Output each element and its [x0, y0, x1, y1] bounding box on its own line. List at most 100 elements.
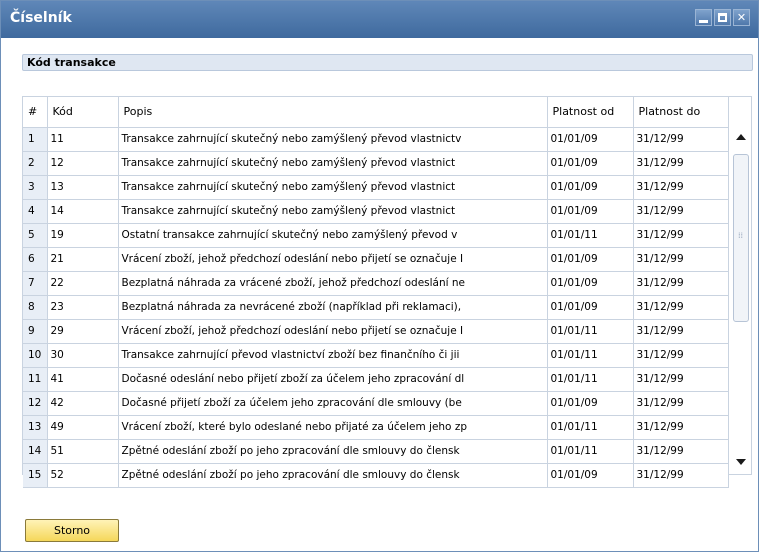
- column-header-platnost-od[interactable]: Platnost od: [547, 97, 634, 128]
- platnost-od-cell[interactable]: 01/01/09: [547, 391, 634, 416]
- column-header-kod[interactable]: Kód: [47, 97, 119, 128]
- platnost-od-cell[interactable]: 01/01/11: [547, 223, 634, 248]
- kod-cell[interactable]: 51: [47, 439, 119, 464]
- kod-cell[interactable]: 49: [47, 415, 119, 440]
- kod-cell[interactable]: 41: [47, 367, 119, 392]
- table-row[interactable]: 3 13 Transakce zahrnující skutečný nebo za…: [23, 175, 729, 200]
- popis-cell[interactable]: Vrácení zboží, které bylo odeslané nebo …: [118, 415, 548, 440]
- platnost-do-cell[interactable]: 31/12/99: [633, 199, 729, 224]
- popis-cell[interactable]: Bezplatná náhrada za vrácené zboží, jeho…: [118, 271, 548, 296]
- close-button[interactable]: ✕: [733, 9, 750, 26]
- platnost-do-cell[interactable]: 31/12/99: [633, 415, 729, 440]
- platnost-od-cell[interactable]: 01/01/11: [547, 367, 634, 392]
- row-number-cell[interactable]: 13: [23, 415, 48, 440]
- title-bar[interactable]: Číselník ✕: [1, 1, 758, 38]
- platnost-do-cell[interactable]: 31/12/99: [633, 127, 729, 152]
- platnost-do-cell[interactable]: 31/12/99: [633, 223, 729, 248]
- popis-cell[interactable]: Vrácení zboží, jehož předchozí odeslání …: [118, 319, 548, 344]
- platnost-od-cell[interactable]: 01/01/11: [547, 319, 634, 344]
- platnost-do-cell[interactable]: 31/12/99: [633, 439, 729, 464]
- popis-cell[interactable]: Bezplatná náhrada za nevrácené zboží (na…: [118, 295, 548, 320]
- table-row[interactable]: 1 11 Transakce zahrnující skutečný nebo za…: [23, 127, 729, 152]
- row-number-cell[interactable]: 7: [23, 271, 48, 296]
- platnost-do-cell[interactable]: 31/12/99: [633, 319, 729, 344]
- row-number-cell[interactable]: 14: [23, 439, 48, 464]
- kod-cell[interactable]: 19: [47, 223, 119, 248]
- platnost-do-cell[interactable]: 31/12/99: [633, 391, 729, 416]
- platnost-od-cell[interactable]: 01/01/09: [547, 127, 634, 152]
- platnost-od-cell[interactable]: 01/01/09: [547, 295, 634, 320]
- maximize-button[interactable]: [714, 9, 731, 26]
- platnost-od-cell[interactable]: 01/01/09: [547, 463, 634, 488]
- row-number-cell[interactable]: 5: [23, 223, 48, 248]
- table-row[interactable]: 11 41 Dočasné odeslání nebo přijetí zboží …: [23, 367, 729, 392]
- minimize-button[interactable]: [695, 9, 712, 26]
- row-number-cell[interactable]: 12: [23, 391, 48, 416]
- table-row[interactable]: 4 14 Transakce zahrnující skutečný nebo za…: [23, 199, 729, 224]
- table-row[interactable]: 8 23 Bezplatná náhrada za nevrácené zboží …: [23, 295, 729, 320]
- kod-cell[interactable]: 42: [47, 391, 119, 416]
- row-number-cell[interactable]: 3: [23, 175, 48, 200]
- table-row[interactable]: 12 42 Dočasné přijetí zboží za účelem jeho…: [23, 391, 729, 416]
- kod-cell[interactable]: 11: [47, 127, 119, 152]
- platnost-od-cell[interactable]: 01/01/11: [547, 415, 634, 440]
- table-row[interactable]: 13 49 Vrácení zboží, které bylo odeslané n…: [23, 415, 729, 440]
- popis-cell[interactable]: Ostatní transakce zahrnující skutečný ne…: [118, 223, 548, 248]
- kod-cell[interactable]: 12: [47, 151, 119, 176]
- table-row[interactable]: 15 52 Zpětné odeslání zboží po jeho zpraco…: [23, 463, 729, 488]
- platnost-od-cell[interactable]: 01/01/11: [547, 343, 634, 368]
- platnost-od-cell[interactable]: 01/01/09: [547, 175, 634, 200]
- row-number-cell[interactable]: 2: [23, 151, 48, 176]
- kod-cell[interactable]: 14: [47, 199, 119, 224]
- row-number-cell[interactable]: 8: [23, 295, 48, 320]
- popis-cell[interactable]: Vrácení zboží, jehož předchozí odeslání …: [118, 247, 548, 272]
- platnost-do-cell[interactable]: 31/12/99: [633, 175, 729, 200]
- table-row[interactable]: 5 19 Ostatní transakce zahrnující skutečný…: [23, 223, 729, 248]
- scrollbar-thumb[interactable]: ⁞⁞: [733, 154, 749, 322]
- scroll-up-arrow-icon[interactable]: [736, 134, 746, 140]
- popis-cell[interactable]: Zpětné odeslání zboží po jeho zpracování…: [118, 463, 548, 488]
- platnost-do-cell[interactable]: 31/12/99: [633, 151, 729, 176]
- platnost-do-cell[interactable]: 31/12/99: [633, 247, 729, 272]
- row-number-cell[interactable]: 1: [23, 127, 48, 152]
- popis-cell[interactable]: Dočasné přijetí zboží za účelem jeho zpr…: [118, 391, 548, 416]
- table-row[interactable]: 7 22 Bezplatná náhrada za vrácené zboží, j…: [23, 271, 729, 296]
- platnost-do-cell[interactable]: 31/12/99: [633, 463, 729, 488]
- kod-cell[interactable]: 30: [47, 343, 119, 368]
- platnost-do-cell[interactable]: 31/12/99: [633, 271, 729, 296]
- row-number-cell[interactable]: 9: [23, 319, 48, 344]
- platnost-od-cell[interactable]: 01/01/09: [547, 247, 634, 272]
- kod-cell[interactable]: 23: [47, 295, 119, 320]
- row-number-cell[interactable]: 15: [23, 463, 48, 488]
- popis-cell[interactable]: Transakce zahrnující skutečný nebo zamýš…: [118, 127, 548, 152]
- table-row[interactable]: 14 51 Zpětné odeslání zboží po jeho zpraco…: [23, 439, 729, 464]
- kod-cell[interactable]: 22: [47, 271, 119, 296]
- table-row[interactable]: 2 12 Transakce zahrnující skutečný nebo za…: [23, 151, 729, 176]
- vertical-scrollbar[interactable]: ⁞⁞: [732, 127, 750, 472]
- kod-cell[interactable]: 21: [47, 247, 119, 272]
- popis-cell[interactable]: Transakce zahrnující skutečný nebo zamýš…: [118, 199, 548, 224]
- platnost-od-cell[interactable]: 01/01/09: [547, 151, 634, 176]
- column-header-platnost-do[interactable]: Platnost do: [633, 97, 729, 128]
- platnost-do-cell[interactable]: 31/12/99: [633, 367, 729, 392]
- platnost-od-cell[interactable]: 01/01/09: [547, 271, 634, 296]
- popis-cell[interactable]: Dočasné odeslání nebo přijetí zboží za ú…: [118, 367, 548, 392]
- table-row[interactable]: 10 30 Transakce zahrnující převod vlastnic…: [23, 343, 729, 368]
- row-number-cell[interactable]: 4: [23, 199, 48, 224]
- scroll-down-arrow-icon[interactable]: [736, 459, 746, 465]
- kod-cell[interactable]: 29: [47, 319, 119, 344]
- popis-cell[interactable]: Transakce zahrnující skutečný nebo zamýš…: [118, 175, 548, 200]
- platnost-od-cell[interactable]: 01/01/11: [547, 439, 634, 464]
- popis-cell[interactable]: Transakce zahrnující skutečný nebo zamýš…: [118, 151, 548, 176]
- popis-cell[interactable]: Zpětné odeslání zboží po jeho zpracování…: [118, 439, 548, 464]
- platnost-do-cell[interactable]: 31/12/99: [633, 343, 729, 368]
- popis-cell[interactable]: Transakce zahrnující převod vlastnictví …: [118, 343, 548, 368]
- table-row[interactable]: 6 21 Vrácení zboží, jehož předchozí odeslá…: [23, 247, 729, 272]
- column-header-popis[interactable]: Popis: [118, 97, 548, 128]
- row-number-cell[interactable]: 6: [23, 247, 48, 272]
- platnost-od-cell[interactable]: 01/01/09: [547, 199, 634, 224]
- row-number-cell[interactable]: 11: [23, 367, 48, 392]
- storno-button[interactable]: Storno: [25, 519, 119, 542]
- platnost-do-cell[interactable]: 31/12/99: [633, 295, 729, 320]
- table-row[interactable]: 9 29 Vrácení zboží, jehož předchozí odeslá…: [23, 319, 729, 344]
